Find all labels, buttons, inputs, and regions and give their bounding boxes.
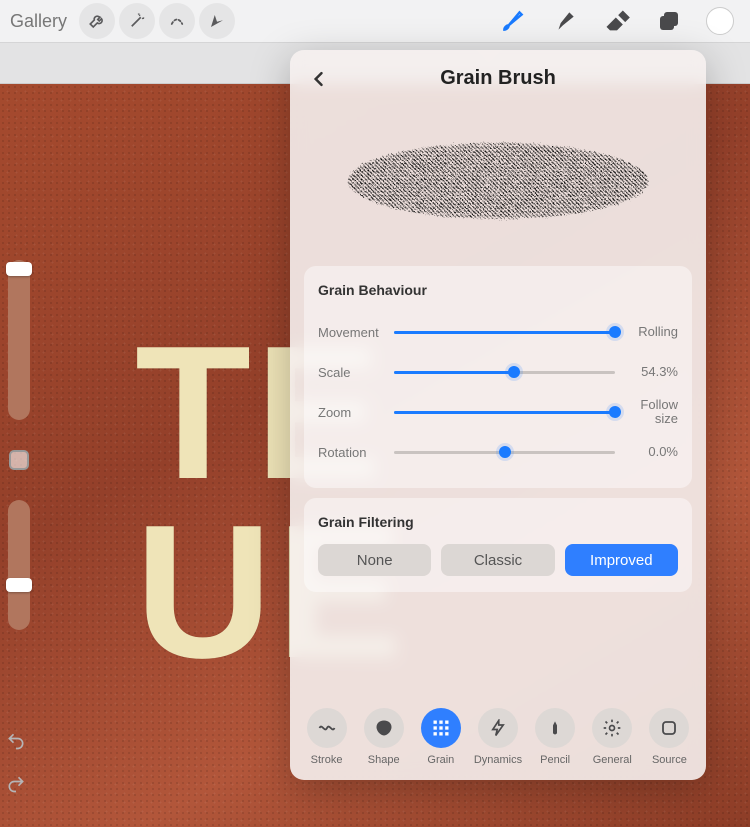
square-icon	[649, 708, 689, 748]
grain-behaviour-heading: Grain Behaviour	[318, 282, 678, 298]
eraser-icon[interactable]	[602, 6, 632, 36]
brush-opacity-slider[interactable]	[8, 500, 30, 630]
layers-icon[interactable]	[654, 6, 684, 36]
slider-label: Rotation	[318, 445, 386, 460]
grain-filtering-section: Grain Filtering None Classic Improved	[304, 498, 692, 592]
tab-label: Grain	[427, 754, 454, 766]
grain-filtering-heading: Grain Filtering	[318, 514, 678, 530]
select-icon[interactable]	[159, 3, 195, 39]
slider-scale: Scale 54.3%	[318, 352, 678, 392]
brush-icon[interactable]	[498, 6, 528, 36]
slider-track[interactable]	[394, 322, 615, 342]
tab-source[interactable]: Source	[643, 708, 695, 766]
slider-rotation: Rotation 0.0%	[318, 432, 678, 472]
popover-title: Grain Brush	[440, 67, 556, 90]
tab-shape[interactable]: Shape	[358, 708, 410, 766]
pencil-icon	[535, 708, 575, 748]
brush-size-slider[interactable]	[8, 260, 30, 420]
wand-icon[interactable]	[119, 3, 155, 39]
gear-icon	[592, 708, 632, 748]
filter-option-improved[interactable]: Improved	[565, 544, 678, 576]
slider-value: Follow size	[623, 398, 678, 427]
back-button[interactable]	[304, 64, 334, 94]
grain-behaviour-section: Grain Behaviour Movement Rolling Scale 54.3…	[304, 266, 692, 488]
tab-label: Source	[652, 754, 687, 766]
tab-label: Stroke	[311, 754, 343, 766]
left-sidebar	[4, 260, 34, 630]
tab-label: General	[593, 754, 632, 766]
slider-value: 54.3%	[623, 365, 678, 379]
popover-header: Grain Brush	[290, 50, 706, 106]
tab-label: Dynamics	[474, 754, 522, 766]
tab-pencil[interactable]: Pencil	[529, 708, 581, 766]
move-icon[interactable]	[199, 3, 235, 39]
tab-label: Pencil	[540, 754, 570, 766]
undo-redo	[6, 731, 26, 799]
smudge-icon[interactable]	[550, 6, 580, 36]
filtering-segmented-control: None Classic Improved	[318, 544, 678, 576]
right-toolbar	[498, 6, 744, 36]
brush-settings-popover: Grain Brush Grain Behaviour Movement Roll…	[290, 50, 706, 780]
slider-track[interactable]	[394, 362, 615, 382]
brush-preview	[290, 106, 706, 256]
slider-movement: Movement Rolling	[318, 312, 678, 352]
undo-button[interactable]	[6, 731, 26, 756]
slider-track[interactable]	[394, 402, 615, 422]
color-swatch[interactable]	[706, 7, 734, 35]
slider-value: Rolling	[623, 325, 678, 339]
slider-zoom: Zoom Follow size	[318, 392, 678, 432]
slider-label: Movement	[318, 325, 386, 340]
tab-label: Shape	[368, 754, 400, 766]
grid-icon	[421, 708, 461, 748]
tab-dynamics[interactable]: Dynamics	[472, 708, 524, 766]
tab-grain[interactable]: Grain	[415, 708, 467, 766]
top-toolbar: Gallery	[0, 0, 750, 42]
redo-button[interactable]	[6, 774, 26, 799]
blob-icon	[364, 708, 404, 748]
modifier-button[interactable]	[9, 450, 29, 470]
gallery-button[interactable]: Gallery	[6, 11, 75, 32]
bolt-icon	[478, 708, 518, 748]
slider-label: Scale	[318, 365, 386, 380]
wrench-icon[interactable]	[79, 3, 115, 39]
filter-option-classic[interactable]: Classic	[441, 544, 554, 576]
brush-studio-tabs: Stroke Shape Grain Dynamics Pencil General Sou…	[290, 700, 706, 780]
slider-value: 0.0%	[623, 445, 678, 459]
slider-label: Zoom	[318, 405, 386, 420]
tab-general[interactable]: General	[586, 708, 638, 766]
filter-option-none[interactable]: None	[318, 544, 431, 576]
wave-icon	[307, 708, 347, 748]
slider-track[interactable]	[394, 442, 615, 462]
tab-stroke[interactable]: Stroke	[301, 708, 353, 766]
